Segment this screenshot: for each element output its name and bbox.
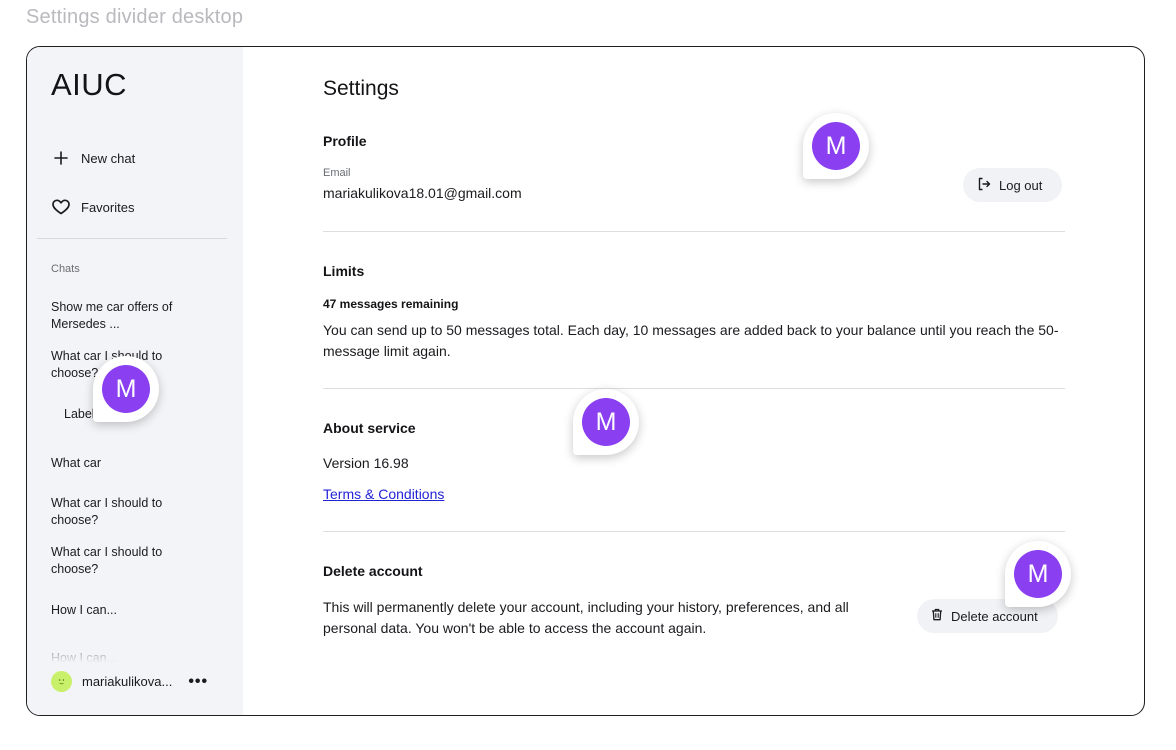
profile-section-title: Profile (323, 133, 367, 149)
page-title: Settings (323, 77, 399, 100)
collaborator-avatar-letter: M (582, 398, 630, 446)
chat-item[interactable]: What car I should to choose? (51, 495, 201, 529)
sidebar-divider (37, 238, 227, 239)
limits-description: You can send up to 50 messages total. Ea… (323, 322, 1059, 359)
section-divider (323, 531, 1065, 532)
collaborator-avatar-letter: M (1014, 550, 1062, 598)
settings-panel: Settings Profile Email mariakulikova18.0… (243, 47, 1144, 715)
email-value: mariakulikova18.01@gmail.com (323, 185, 522, 201)
user-avatar (51, 671, 72, 692)
collaborator-avatar: M (573, 389, 639, 455)
favorites-label: Favorites (81, 199, 135, 215)
limits-section-title: Limits (323, 263, 365, 279)
version-text: Version 16.98 (323, 455, 409, 471)
app-window: AIUC New chat Favorites Chats Show me ca… (26, 46, 1145, 716)
collaborator-avatar-letter: M (102, 365, 150, 413)
collaborator-avatar: M (93, 356, 159, 422)
collaborator-avatar: M (803, 113, 869, 179)
delete-section-title: Delete account (323, 563, 423, 579)
delete-description: This will permanently delete your accoun… (323, 599, 849, 636)
terms-link[interactable]: Terms & Conditions (323, 486, 444, 502)
chat-item[interactable]: What car (51, 455, 201, 472)
chat-item[interactable]: How I can... (51, 602, 201, 619)
delete-account-label: Delete account (951, 608, 1038, 624)
messages-remaining: 47 messages remaining (323, 297, 459, 311)
section-divider (323, 231, 1065, 232)
frame-title: Settings divider desktop (26, 6, 244, 28)
new-chat-label: New chat (81, 150, 136, 166)
chat-item[interactable]: What car I should to choose? (51, 544, 201, 578)
section-divider (323, 388, 1065, 389)
favorites-button[interactable]: Favorites (51, 197, 134, 217)
brand-logo: AIUC (51, 67, 128, 102)
user-account-row[interactable]: mariakulikova... ••• (51, 671, 208, 692)
more-options-icon[interactable]: ••• (188, 673, 208, 689)
user-name: mariakulikova... (82, 674, 173, 689)
heart-icon (51, 197, 71, 217)
logout-icon (977, 177, 991, 194)
collaborator-avatar-letter: M (812, 122, 860, 170)
chats-heading: Chats (51, 263, 80, 275)
collaborator-avatar: M (1005, 541, 1071, 607)
about-section-title: About service (323, 420, 416, 436)
email-label: Email (323, 167, 351, 179)
chat-list-fade (27, 643, 243, 663)
trash-icon (931, 608, 943, 624)
new-chat-button[interactable]: New chat (51, 148, 135, 168)
logout-button[interactable]: Log out (963, 168, 1063, 202)
chat-item[interactable]: Show me car offers of Mersedes ... (51, 299, 201, 333)
plus-icon (51, 148, 71, 168)
logout-label: Log out (999, 177, 1043, 193)
